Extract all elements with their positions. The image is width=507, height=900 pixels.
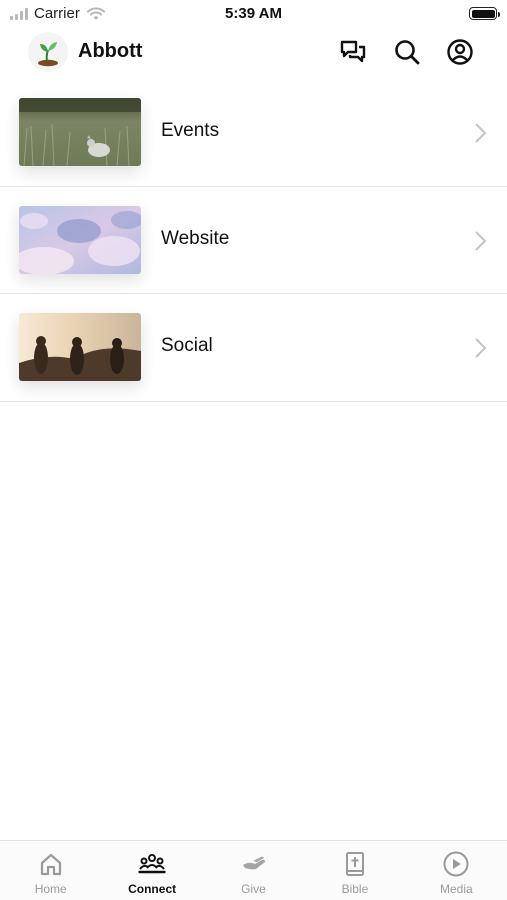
list-item-label: Events <box>161 120 220 141</box>
status-time: 5:39 AM <box>225 5 282 22</box>
list-item-website[interactable]: Website <box>0 187 507 294</box>
battery-icon <box>469 7 500 20</box>
tab-bar: Home Connect Give Bible Media <box>0 840 507 900</box>
tab-label: Give <box>241 882 266 896</box>
home-icon <box>40 853 61 876</box>
profile-icon[interactable] <box>445 37 475 67</box>
bible-icon <box>345 852 364 876</box>
list-item-label: Social <box>161 335 213 356</box>
chevron-right-icon <box>475 123 487 143</box>
social-thumbnail <box>19 313 141 381</box>
search-icon[interactable] <box>392 37 422 67</box>
tab-media[interactable]: Media <box>406 841 507 900</box>
connect-screen: Carrier 5:39 AM Abbott Events Website So… <box>0 0 507 900</box>
tab-label: Media <box>439 882 473 896</box>
tab-give[interactable]: Give <box>203 841 304 900</box>
play-circle-icon <box>443 851 469 877</box>
status-bar: Carrier 5:39 AM <box>0 0 507 28</box>
chevron-right-icon <box>475 338 487 358</box>
website-thumbnail <box>19 205 141 274</box>
list-item-label: Website <box>161 227 230 249</box>
app-title: Abbott <box>78 40 143 62</box>
tab-label: Connect <box>128 882 177 896</box>
events-thumbnail <box>19 98 141 166</box>
give-hand-icon <box>242 856 265 870</box>
tab-label: Bible <box>341 882 369 896</box>
tab-connect[interactable]: Connect <box>101 841 202 900</box>
chevron-right-icon <box>475 230 487 251</box>
list-item-social[interactable]: Social <box>0 294 507 402</box>
list-item-events[interactable]: Events <box>0 79 507 187</box>
tab-home[interactable]: Home <box>0 841 101 900</box>
messages-icon[interactable] <box>338 37 368 67</box>
tab-label: Home <box>34 882 67 896</box>
app-header: Abbott <box>0 28 507 80</box>
people-icon <box>138 854 166 874</box>
sprout-logo-icon <box>28 32 68 72</box>
connect-list: Events Website Social <box>0 79 507 402</box>
tab-bible[interactable]: Bible <box>304 841 405 900</box>
